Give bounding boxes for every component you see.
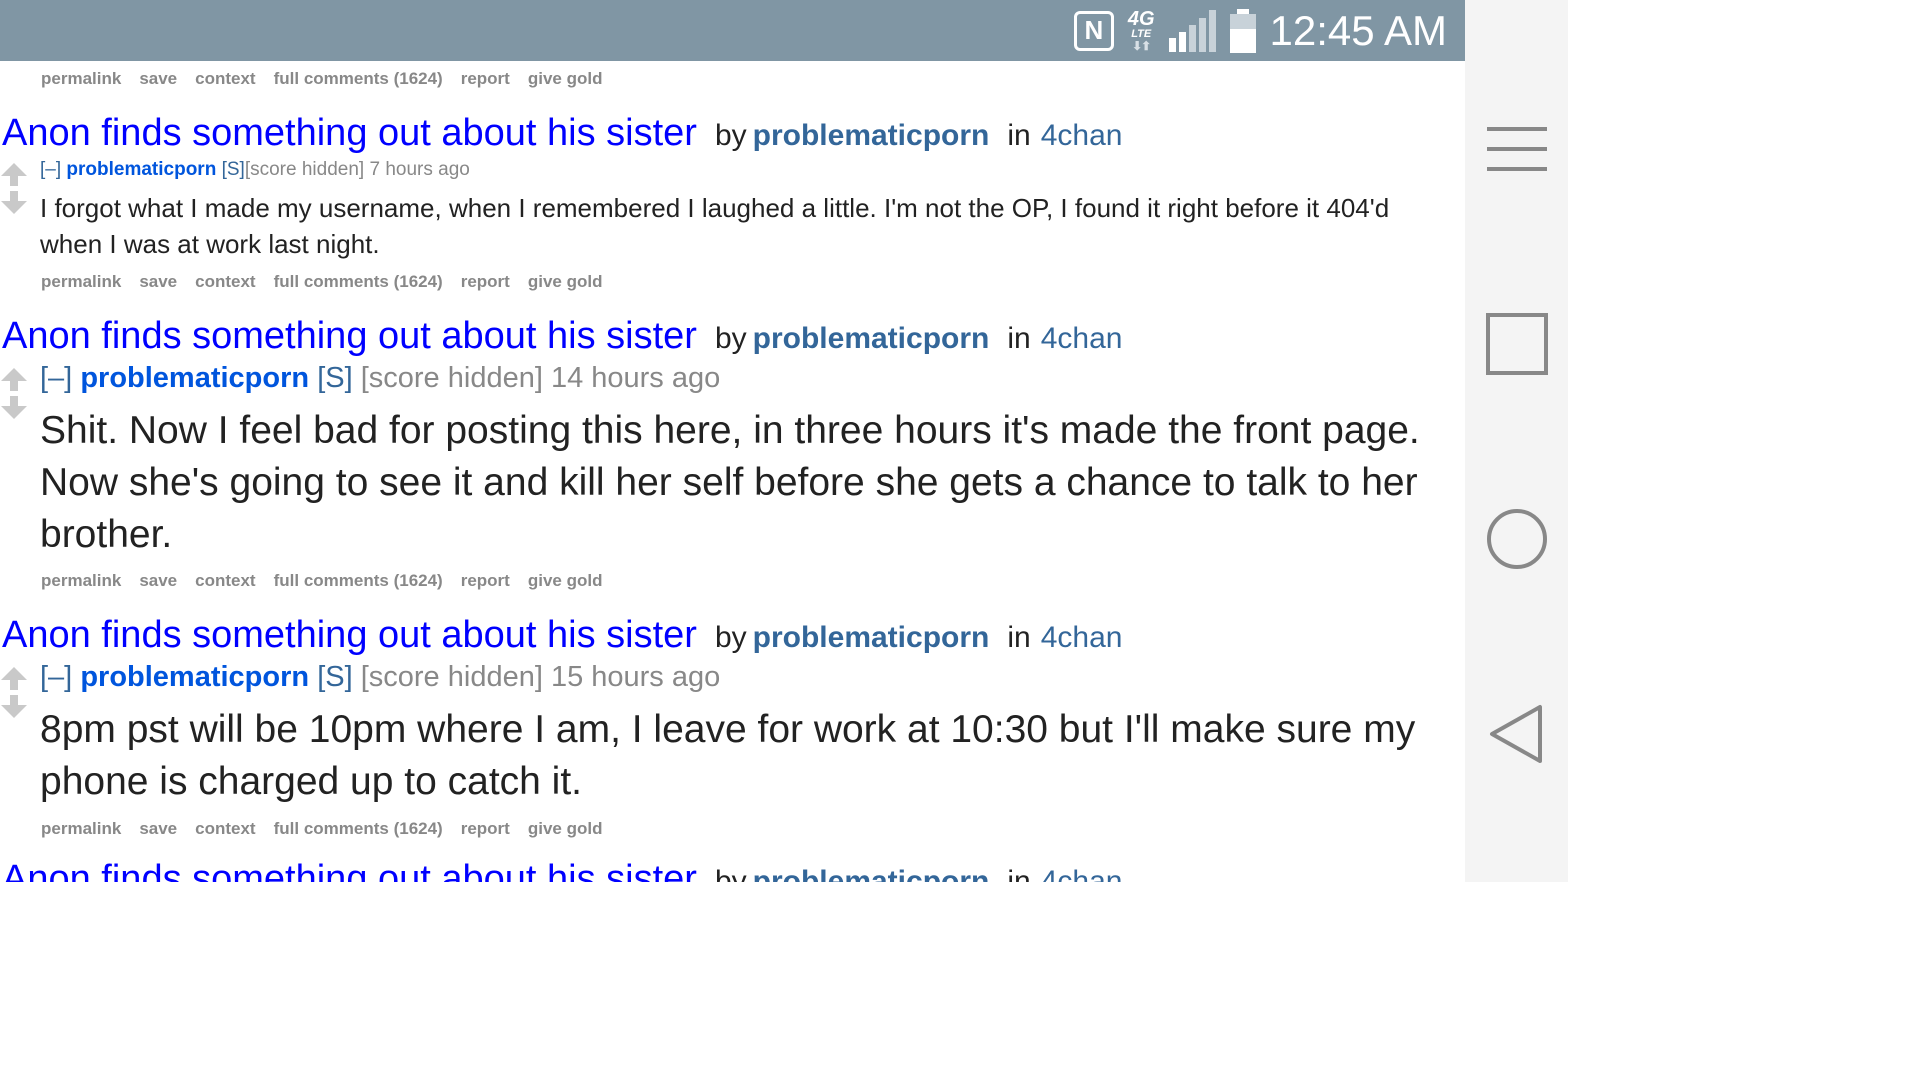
permalink-link[interactable]: permalink [41, 571, 121, 590]
post-title-link[interactable]: Anon finds something out about his siste… [2, 858, 697, 882]
network-type-label: 4G [1127, 8, 1155, 30]
lte-icon: 4G LTE ⬇⬆ [1128, 9, 1155, 52]
downvote-arrow-icon[interactable] [1, 695, 27, 718]
comment-age: 14 hours ago [550, 362, 721, 394]
signal-icon [1168, 9, 1216, 52]
post-title-row: Anon finds something out about his siste… [2, 315, 1122, 358]
upvote-arrow-icon[interactable] [1, 368, 27, 391]
by-label: by [714, 865, 747, 882]
clock: 12:45 AM [1269, 6, 1447, 54]
post-title-link[interactable]: Anon finds something out about his siste… [2, 614, 697, 656]
permalink-link[interactable]: permalink [41, 819, 121, 838]
submitter-flair: [S] [317, 362, 353, 394]
submitter-flair: [S] [221, 159, 245, 180]
comment-body-line: when I was at work last night. [40, 229, 380, 259]
comment-body: I forgot what I made my username, when I… [40, 190, 1465, 262]
give-gold-link[interactable]: give gold [528, 571, 603, 590]
full-comments-link[interactable]: full comments (1624) [274, 571, 443, 590]
submitter-flair: [S] [317, 661, 353, 693]
context-link[interactable]: context [195, 819, 255, 838]
author-link[interactable]: problematicporn [753, 621, 990, 654]
vote-arrows [0, 667, 28, 723]
comment-body: Shit. Now I feel bad for posting this he… [40, 409, 1420, 556]
save-link[interactable]: save [139, 69, 177, 88]
vote-arrows [0, 163, 28, 219]
subreddit-link[interactable]: 4chan [1041, 865, 1123, 882]
full-comments-link[interactable]: full comments (1624) [274, 819, 443, 838]
full-comments-link[interactable]: full comments (1624) [274, 272, 443, 291]
vote-arrows [0, 368, 28, 424]
menu-icon[interactable] [1465, 118, 1568, 180]
recents-icon[interactable] [1465, 310, 1568, 378]
comment-age: 15 hours ago [550, 661, 721, 693]
navigation-bar [1465, 0, 1568, 882]
post-title-row: Anon finds something out about his siste… [2, 614, 1122, 657]
subreddit-link[interactable]: 4chan [1041, 621, 1123, 654]
downvote-arrow-icon[interactable] [1, 191, 27, 214]
in-label: in [1007, 322, 1031, 355]
subreddit-link[interactable]: 4chan [1041, 119, 1123, 152]
context-link[interactable]: context [195, 272, 255, 291]
comment-author-link[interactable]: problematicporn [66, 159, 216, 180]
report-link[interactable]: report [461, 69, 510, 88]
full-comments-link[interactable]: full comments (1624) [274, 69, 443, 88]
in-label: in [1007, 621, 1031, 654]
score-label: [score hidden] [360, 661, 543, 693]
give-gold-link[interactable]: give gold [528, 272, 603, 291]
score-label: [score hidden] [360, 362, 543, 394]
post-title-link[interactable]: Anon finds something out about his siste… [2, 112, 697, 154]
score-label: [score hidden] [244, 159, 365, 180]
comment-body-line: I forgot what I made my username, when I… [40, 193, 1390, 223]
status-icons: N 4G LTE ⬇⬆ 12:45 AM [1073, 0, 1447, 61]
upvote-arrow-icon[interactable] [1, 667, 27, 690]
collapse-toggle[interactable]: [–] [40, 661, 72, 693]
comment-tagline: [–] problematicporn [S][score hidden] 7 … [40, 159, 470, 181]
comment-list: permalink save context full comments (1624)… [0, 0, 1465, 882]
permalink-link[interactable]: permalink [41, 272, 121, 291]
downvote-arrow-icon[interactable] [1, 396, 27, 419]
post-title-row: Anon finds something out about his siste… [2, 112, 1122, 155]
give-gold-link[interactable]: give gold [528, 69, 603, 88]
action-row: permalink save context full comments (1624)… [41, 69, 620, 89]
save-link[interactable]: save [139, 819, 177, 838]
action-row: permalink save context full comments (1624)… [41, 571, 620, 591]
comment-body: 8pm pst will be 10pm where I am, I leave… [40, 708, 1416, 803]
context-link[interactable]: context [195, 571, 255, 590]
give-gold-link[interactable]: give gold [528, 819, 603, 838]
author-link[interactable]: problematicporn [753, 865, 990, 882]
action-row: permalink save context full comments (1624)… [41, 819, 620, 839]
in-label: in [1007, 865, 1031, 882]
collapse-toggle[interactable]: [–] [40, 159, 61, 180]
action-row: permalink save context full comments (1624)… [41, 272, 620, 292]
save-link[interactable]: save [139, 272, 177, 291]
home-icon[interactable] [1465, 505, 1568, 573]
in-label: in [1007, 119, 1031, 152]
comment-tagline: [–] problematicporn [S] [score hidden] 1… [40, 362, 720, 395]
battery-icon [1229, 8, 1256, 53]
nfc-icon: N [1073, 10, 1114, 51]
by-label: by [714, 322, 747, 355]
by-label: by [714, 621, 747, 654]
report-link[interactable]: report [461, 571, 510, 590]
save-link[interactable]: save [139, 571, 177, 590]
post-title-link[interactable]: Anon finds something out about his siste… [2, 315, 697, 357]
status-bar: N 4G LTE ⬇⬆ 12:45 AM [0, 0, 1465, 61]
data-arrows-icon: ⬇⬆ [1132, 39, 1151, 53]
back-icon[interactable] [1465, 700, 1568, 768]
author-link[interactable]: problematicporn [753, 119, 990, 152]
permalink-link[interactable]: permalink [41, 69, 121, 88]
comment-author-link[interactable]: problematicporn [80, 362, 309, 394]
context-link[interactable]: context [195, 69, 255, 88]
by-label: by [714, 119, 747, 152]
report-link[interactable]: report [461, 272, 510, 291]
author-link[interactable]: problematicporn [753, 322, 990, 355]
comment-author-link[interactable]: problematicporn [80, 661, 309, 693]
post-title-row: Anon finds something out about his siste… [2, 858, 1122, 882]
comment-tagline: [–] problematicporn [S] [score hidden] 1… [40, 661, 720, 694]
upvote-arrow-icon[interactable] [1, 163, 27, 186]
comment-age: 7 hours ago [369, 159, 470, 180]
subreddit-link[interactable]: 4chan [1041, 322, 1123, 355]
collapse-toggle[interactable]: [–] [40, 362, 72, 394]
report-link[interactable]: report [461, 819, 510, 838]
